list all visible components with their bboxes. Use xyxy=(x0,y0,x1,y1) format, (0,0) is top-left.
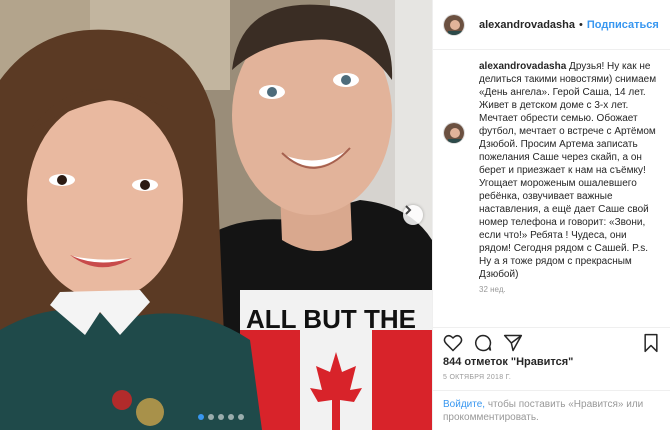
login-prompt: Войдите, чтобы поставить «Нравится» или … xyxy=(433,390,670,430)
carousel-next-button[interactable] xyxy=(403,205,423,225)
photo-illustration: ALL BUT THE xyxy=(0,0,432,430)
bookmark-icon[interactable] xyxy=(641,333,661,353)
like-count[interactable]: 844 отметок "Нравится" xyxy=(443,356,573,368)
chevron-right-icon xyxy=(405,205,412,215)
post-header: alexandrovadasha • Подписаться xyxy=(433,0,670,50)
share-icon[interactable] xyxy=(503,333,523,353)
carousel-dots xyxy=(198,414,244,420)
caption: alexandrovadasha Друзья! Ну как не делит… xyxy=(479,60,660,281)
caption-area: alexandrovadasha Друзья! Ну как не делит… xyxy=(433,60,670,325)
shirt-text: ALL BUT THE xyxy=(246,304,416,334)
carousel-dot-5 xyxy=(238,414,244,420)
header-username[interactable]: alexandrovadasha xyxy=(479,19,575,31)
action-bar xyxy=(433,327,670,355)
caption-time: 32 нед. xyxy=(479,285,506,294)
post-date: 5 ОКТЯБРЯ 2018 Г. xyxy=(443,374,512,381)
follow-button[interactable]: Подписаться xyxy=(587,19,659,31)
comment-icon[interactable] xyxy=(473,333,493,353)
post-photo[interactable]: ALL BUT THE xyxy=(0,0,432,430)
avatar[interactable] xyxy=(443,13,465,36)
login-link[interactable]: Войдите, xyxy=(443,399,485,410)
post-panel: alexandrovadasha • Подписаться alexandro… xyxy=(432,0,670,430)
carousel-dot-3 xyxy=(218,414,224,420)
caption-text: Друзья! Ну как не делиться такими новост… xyxy=(479,61,657,280)
heart-icon[interactable] xyxy=(443,333,463,353)
carousel-dot-2 xyxy=(208,414,214,420)
header-separator: • xyxy=(579,18,583,31)
avatar-image xyxy=(444,14,464,35)
caption-username[interactable]: alexandrovadasha xyxy=(479,61,566,72)
carousel-dot-1 xyxy=(198,414,204,420)
carousel-dot-4 xyxy=(228,414,234,420)
